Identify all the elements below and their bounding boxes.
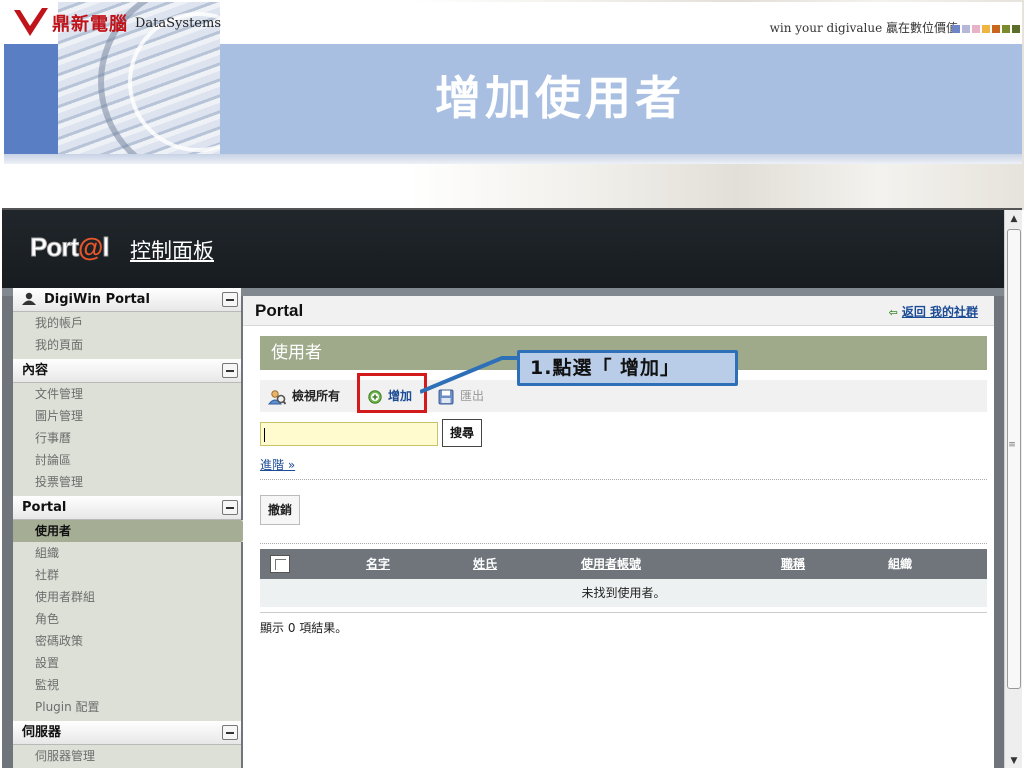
- portal-dock: Port@l 控制面板: [2, 210, 1004, 288]
- sidebar-item[interactable]: 密碼政策: [13, 630, 241, 652]
- scroll-grip-icon: ≡: [1008, 440, 1016, 450]
- sidebar-item[interactable]: 伺服器管理: [13, 745, 241, 767]
- portlet-header: Portal ⇦ 返回 我的社群: [243, 296, 994, 326]
- divider: [260, 543, 987, 544]
- sidebar-item[interactable]: 社群: [13, 564, 241, 586]
- sidebar-item[interactable]: 使用者: [13, 520, 253, 542]
- slide: 鼎新電腦 DataSystems win your digivalue 贏在數位…: [0, 0, 1024, 768]
- color-square: [1012, 25, 1020, 33]
- sidebar-item[interactable]: 設置: [13, 652, 241, 674]
- callout-pointer: [420, 356, 520, 394]
- sidebar-item[interactable]: 圖片管理: [13, 405, 241, 427]
- sidebar-item[interactable]: 我的頁面: [13, 334, 241, 356]
- sidebar-section-header[interactable]: Portal: [13, 496, 241, 520]
- advanced-search-link[interactable]: 進階 »: [260, 456, 295, 473]
- portal-logo[interactable]: Port@l: [30, 232, 111, 263]
- slide-title: 增加使用者: [435, 71, 685, 125]
- sidebar-item[interactable]: 文件管理: [13, 383, 241, 405]
- scroll-thumb[interactable]: [1007, 229, 1021, 689]
- color-squares: [952, 25, 1020, 33]
- sidebar-item[interactable]: 組織: [13, 542, 241, 564]
- select-all-checkbox[interactable]: [270, 555, 290, 573]
- back-to-community-link[interactable]: ⇦ 返回 我的社群: [889, 303, 978, 320]
- color-square: [952, 25, 960, 33]
- color-square: [992, 25, 1000, 33]
- users-table-header: 名字 姓氏 使用者帳號 職稱 組織: [260, 549, 987, 579]
- view-all-button[interactable]: 檢視所有: [268, 380, 340, 412]
- users-icon: [268, 389, 286, 405]
- company-name-cn: 鼎新電腦: [52, 14, 128, 35]
- sidebar-item[interactable]: Plugin 配置: [13, 696, 241, 718]
- sidebar-section-header[interactable]: 伺服器: [13, 721, 241, 745]
- divider: [260, 479, 987, 480]
- slide-banner: 鼎新電腦 DataSystems win your digivalue 贏在數位…: [0, 0, 1024, 210]
- sidebar-section-title: DigiWin Portal: [44, 292, 150, 307]
- sidebar-section-title: 內容: [22, 363, 49, 378]
- color-square: [982, 25, 990, 33]
- banner-underline: [4, 154, 1022, 164]
- sidebar-item[interactable]: 使用者群組: [13, 586, 241, 608]
- column-organization: 組織: [888, 557, 913, 571]
- color-square: [962, 25, 970, 33]
- collapse-icon[interactable]: [222, 292, 238, 307]
- sidebar-item[interactable]: 投票管理: [13, 471, 241, 493]
- search-button[interactable]: 搜尋: [442, 419, 482, 447]
- scroll-up-icon[interactable]: ▲: [1005, 210, 1022, 228]
- deactivate-button[interactable]: 撤銷: [260, 495, 300, 525]
- sidebar-item[interactable]: 監視: [13, 674, 241, 696]
- scroll-down-icon[interactable]: ▼: [1005, 752, 1022, 768]
- divider: [260, 612, 987, 613]
- collapse-icon[interactable]: [222, 725, 238, 740]
- browser-window: Port@l 控制面板 DigiWin Portal 我的帳戶 我的頁面內容文件管理…: [2, 208, 1022, 768]
- column-first-name[interactable]: 名字: [366, 549, 390, 579]
- tagline: win your digivalue 贏在數位價值: [769, 21, 958, 35]
- color-square: [1002, 25, 1010, 33]
- search-input[interactable]: [260, 422, 438, 446]
- sidebar-item[interactable]: 我的帳戶: [13, 312, 241, 334]
- column-last-name[interactable]: 姓氏: [473, 549, 497, 579]
- column-screen-name[interactable]: 使用者帳號: [581, 549, 641, 579]
- empty-message: 未找到使用者。: [260, 579, 987, 607]
- sidebar-section-header[interactable]: 內容: [13, 359, 241, 383]
- sidebar-item[interactable]: 行事曆: [13, 427, 241, 449]
- sidebar-item[interactable]: 討論區: [13, 449, 241, 471]
- company-name-en: DataSystems: [135, 15, 221, 31]
- sidebar: DigiWin Portal 我的帳戶 我的頁面內容文件管理 圖片管理 行事曆 討論區 投票…: [13, 288, 253, 768]
- banner-blue-block: [4, 44, 58, 154]
- sidebar-section-title: Portal: [22, 500, 67, 515]
- result-summary: 顯示 0 項結果。: [260, 621, 348, 635]
- company-logo: 鼎新電腦 DataSystems: [12, 6, 221, 40]
- control-panel-link[interactable]: 控制面板: [130, 235, 214, 265]
- column-job-title[interactable]: 職稱: [781, 549, 805, 579]
- logo-mark-icon: [14, 8, 48, 36]
- callout-note: 1.點選「 增加」: [517, 350, 738, 386]
- portlet-title: Portal: [255, 301, 304, 320]
- sidebar-item[interactable]: 角色: [13, 608, 241, 630]
- sidebar-section-title: 伺服器: [22, 725, 62, 740]
- vertical-scrollbar[interactable]: ▲ ≡ ▼: [1004, 210, 1022, 768]
- color-square: [972, 25, 980, 33]
- sidebar-section-header[interactable]: DigiWin Portal: [13, 288, 241, 312]
- back-arrow-icon: ⇦: [888, 306, 898, 319]
- user-icon: [22, 292, 36, 305]
- highlight-box: [357, 373, 427, 413]
- collapse-icon[interactable]: [222, 363, 238, 378]
- collapse-icon[interactable]: [222, 500, 238, 515]
